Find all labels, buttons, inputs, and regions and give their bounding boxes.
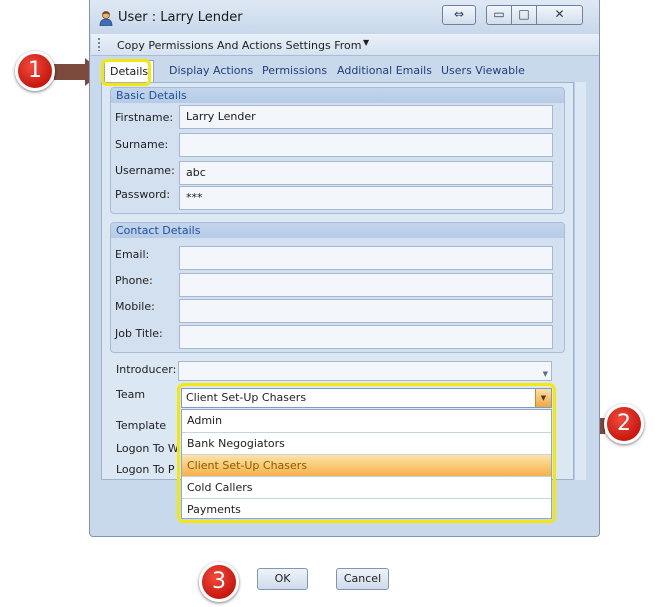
window-title: User : Larry Lender xyxy=(118,10,243,25)
logon-to-p-label: Logon To P xyxy=(116,463,175,476)
mobile-field[interactable] xyxy=(179,299,553,323)
mobile-label: Mobile: xyxy=(115,300,155,313)
email-label: Email: xyxy=(115,248,150,261)
job-title-field[interactable] xyxy=(179,325,553,349)
contact-details-group: Contact Details Email: Phone: Mobile: Jo… xyxy=(110,222,565,353)
vertical-scrollbar[interactable] xyxy=(574,82,586,480)
introducer-label: Introducer: xyxy=(116,363,177,376)
password-field[interactable]: *** xyxy=(179,186,553,210)
team-option-cold-callers[interactable]: Cold Callers xyxy=(182,476,551,498)
maximize-button[interactable]: □ xyxy=(511,5,537,25)
phone-field[interactable] xyxy=(179,273,553,297)
annotation-badge-3: 3 xyxy=(199,562,239,602)
toolbar: Copy Permissions And Actions Settings Fr… xyxy=(91,34,599,56)
team-label: Team xyxy=(116,388,146,401)
password-label: Password: xyxy=(115,188,171,201)
introducer-combo[interactable]: ▼ xyxy=(178,361,552,381)
firstname-field[interactable]: Larry Lender xyxy=(179,105,553,129)
basic-details-group: Basic Details Firstname: Larry Lender Su… xyxy=(110,87,565,214)
chevron-down-icon[interactable]: ▼ xyxy=(535,389,551,407)
chevron-down-icon[interactable]: ▼ xyxy=(363,38,369,47)
firstname-label: Firstname: xyxy=(115,111,174,124)
copy-permissions-menu[interactable]: Copy Permissions And Actions Settings Fr… xyxy=(117,39,361,52)
template-label: Template xyxy=(116,419,167,432)
annotation-badge-2: 2 xyxy=(604,404,644,444)
team-option-bank-negogiators[interactable]: Bank Negogiators xyxy=(182,432,551,454)
resize-button[interactable]: ⇔ xyxy=(442,5,476,25)
chevron-down-icon[interactable]: ▼ xyxy=(543,365,548,383)
team-option-payments[interactable]: Payments xyxy=(182,498,551,520)
surname-field[interactable] xyxy=(179,133,553,157)
tab-display-actions[interactable]: Display Actions xyxy=(169,64,253,77)
toolbar-grip-icon[interactable] xyxy=(98,38,100,51)
title-bar: User : Larry Lender ⇔ ▭ □ ✕ xyxy=(90,0,599,34)
username-field[interactable]: abc xyxy=(179,161,553,185)
minimize-button[interactable]: ▭ xyxy=(486,5,512,25)
annotation-badge-1: 1 xyxy=(15,51,55,91)
tab-users-viewable[interactable]: Users Viewable xyxy=(441,64,525,77)
details-tab-highlight xyxy=(101,59,151,86)
team-option-admin[interactable]: Admin xyxy=(182,410,551,432)
email-field[interactable] xyxy=(179,246,553,270)
tab-strip: Details Display Actions Permissions Addi… xyxy=(98,60,578,82)
ok-button[interactable]: OK xyxy=(257,568,308,590)
basic-details-title: Basic Details xyxy=(111,88,564,103)
logon-to-w-label: Logon To W xyxy=(116,442,179,455)
team-combo[interactable]: Client Set-Up Chasers ▼ xyxy=(181,388,552,408)
team-option-client-set-up-chasers[interactable]: Client Set-Up Chasers xyxy=(182,454,551,476)
username-label: Username: xyxy=(115,164,175,177)
contact-details-title: Contact Details xyxy=(111,223,564,238)
user-icon xyxy=(99,11,113,26)
team-combo-value: Client Set-Up Chasers xyxy=(186,391,307,404)
cancel-button[interactable]: Cancel xyxy=(336,568,389,590)
tab-permissions[interactable]: Permissions xyxy=(262,64,327,77)
close-button[interactable]: ✕ xyxy=(536,5,583,25)
tab-additional-emails[interactable]: Additional Emails xyxy=(337,64,432,77)
job-title-label: Job Title: xyxy=(115,327,163,340)
team-dropdown-list: Admin Bank Negogiators Client Set-Up Cha… xyxy=(181,409,552,519)
surname-label: Surname: xyxy=(115,138,169,151)
phone-label: Phone: xyxy=(115,274,153,287)
